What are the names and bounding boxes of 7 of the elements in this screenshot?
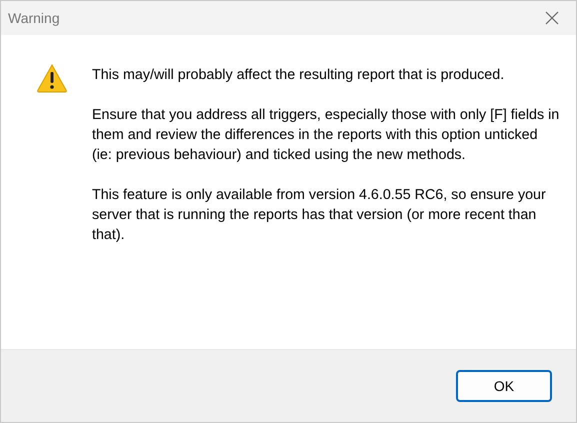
- window-title: Warning: [8, 10, 60, 26]
- message-paragraph: Ensure that you address all triggers, especially those with only [F] fields in them and review the differences in the reports with this option unticked (ie: previous behaviour) and ticked using the new methods.: [92, 106, 560, 165]
- message-paragraph: This feature is only available from version 4.6.0.55 RC6, so ensure your server that is running the reports has that version (or more recent than that).: [92, 186, 547, 245]
- ok-button[interactable]: OK: [456, 370, 552, 402]
- close-icon[interactable]: [545, 11, 559, 25]
- warning-icon: [36, 63, 68, 93]
- message-paragraph: This may/will probably affect the resulting report that is produced.: [92, 66, 506, 85]
